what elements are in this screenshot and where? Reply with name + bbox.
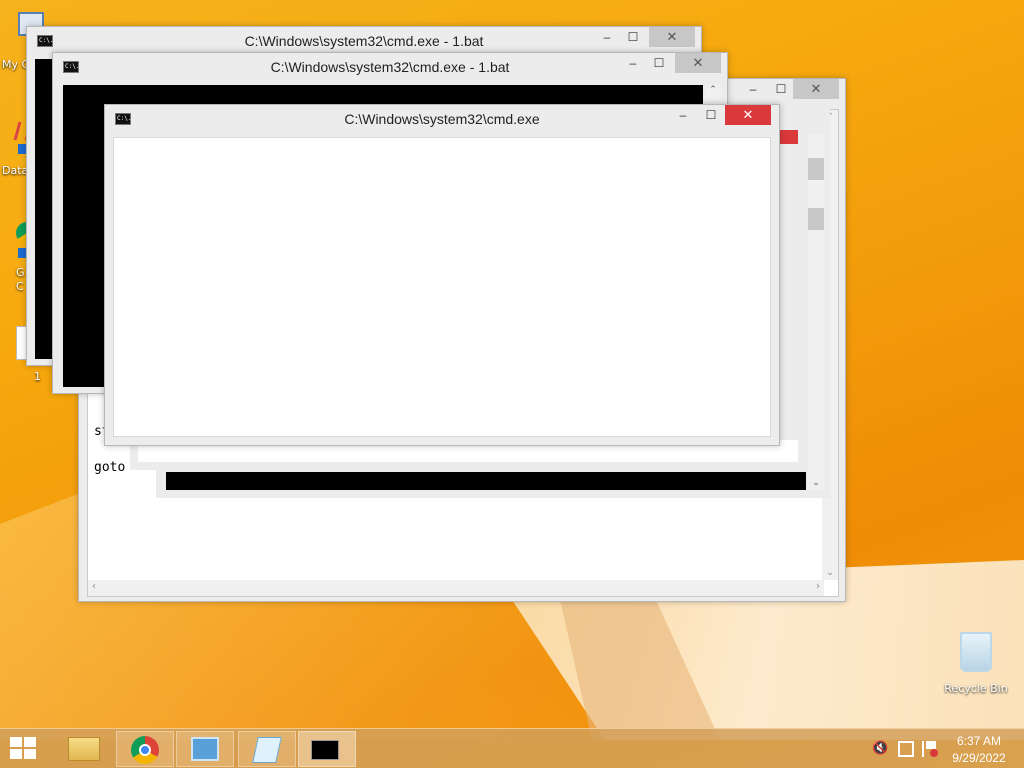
scroll-left-icon[interactable]: ‹ <box>92 581 96 592</box>
text-line: goto <box>94 460 126 475</box>
maximize-button[interactable]: ☐ <box>767 79 795 99</box>
title-bar[interactable]: C:\Windows\system32\cmd.exe - 1.bat – ☐ … <box>27 27 701 55</box>
control-panel-icon <box>191 737 219 761</box>
maximize-button[interactable]: ☐ <box>645 53 673 73</box>
minimize-button[interactable]: – <box>669 105 697 125</box>
scroll-right-icon[interactable]: › <box>816 581 820 592</box>
scroll-down-icon[interactable]: ⌄ <box>822 568 838 578</box>
scroll-down-icon[interactable]: ⌄ <box>808 478 824 488</box>
close-button[interactable]: ✕ <box>793 79 839 99</box>
taskbar-file-explorer[interactable] <box>56 731 114 767</box>
recycle-bin-icon <box>960 632 992 672</box>
clock-date[interactable]: 9/29/2022 <box>944 751 1014 765</box>
desktop-icon-recycle-bin[interactable]: Recycle Bin <box>940 628 1012 700</box>
start-button[interactable] <box>10 737 38 761</box>
console-area <box>113 137 771 437</box>
minimize-button[interactable]: – <box>739 79 767 99</box>
close-button[interactable]: ✕ <box>675 53 721 73</box>
scroll-thumb[interactable] <box>808 158 824 180</box>
taskbar-notepad[interactable] <box>238 731 296 767</box>
windows-logo-pane <box>10 749 22 759</box>
chrome-icon <box>131 736 159 764</box>
desktop-icon-label: G C <box>16 266 25 293</box>
desktop-icon-label: Recycle Bin <box>944 682 1008 695</box>
scroll-up-icon[interactable]: ⌃ <box>705 85 721 101</box>
desktop-icon-label: 1 <box>34 370 41 383</box>
window-cmd-front[interactable]: C:\Windows\system32\cmd.exe – ☐ ✕ <box>104 104 780 446</box>
console-area <box>166 472 806 490</box>
windows-logo-icon <box>10 737 22 747</box>
minimize-button[interactable]: – <box>593 27 621 47</box>
notepad-icon <box>252 737 282 763</box>
desktop-icon-label: Data <box>2 164 29 177</box>
action-center-flag-icon[interactable] <box>922 741 938 757</box>
taskbar-chrome[interactable] <box>116 731 174 767</box>
minimize-button[interactable]: – <box>619 53 647 73</box>
windows-logo-pane <box>24 737 36 747</box>
cmd-icon <box>311 740 339 760</box>
maximize-button[interactable]: ☐ <box>697 105 725 125</box>
title-bar[interactable]: C:\Windows\system32\cmd.exe - 1.bat – ☐ … <box>53 53 727 81</box>
maximize-button[interactable]: ☐ <box>619 27 647 47</box>
close-button[interactable]: ✕ <box>649 27 695 47</box>
horizontal-scrollbar[interactable]: ‹ › <box>88 580 824 596</box>
title-bar[interactable]: C:\Windows\system32\cmd.exe – ☐ ✕ <box>105 105 779 133</box>
volume-muted-icon[interactable]: 🔇 <box>872 741 888 757</box>
taskbar-control-panel[interactable] <box>176 731 234 767</box>
taskbar-cmd[interactable] <box>298 731 356 767</box>
taskbar: 🔇 6:37 AM 9/29/2022 <box>0 728 1024 768</box>
vertical-scrollbar[interactable]: ⌄ <box>808 134 824 490</box>
close-button[interactable]: ✕ <box>725 105 771 125</box>
folder-icon <box>68 737 100 761</box>
network-icon[interactable] <box>898 741 914 757</box>
scroll-thumb[interactable] <box>808 208 824 230</box>
close-button[interactable] <box>778 130 798 144</box>
console-area <box>35 59 53 359</box>
windows-logo-pane <box>24 749 36 759</box>
clock-time[interactable]: 6:37 AM <box>944 734 1014 748</box>
